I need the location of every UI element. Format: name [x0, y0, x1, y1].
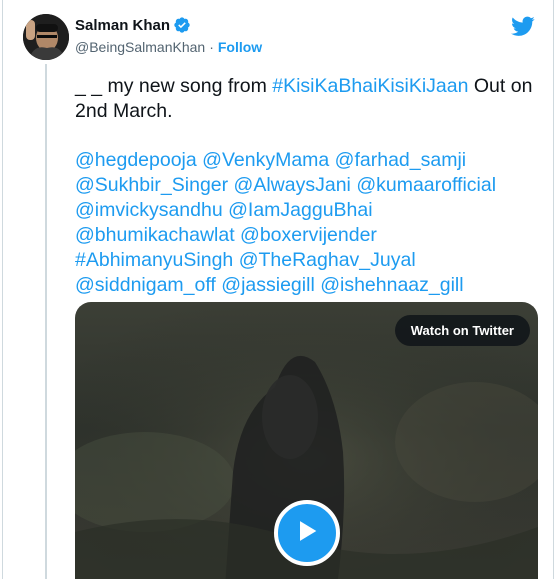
mentions-block: @hegdepooja @VenkyMama @farhad_samji @Su… — [75, 148, 543, 298]
mention-link[interactable]: @VenkyMama — [202, 149, 329, 171]
thread-line — [45, 64, 47, 579]
tweet-card: Salman Khan @BeingSalmanKhan · Follow _ … — [2, 0, 554, 579]
play-icon — [293, 517, 321, 550]
hashtag-link[interactable]: #KisiKaBhaiKisiKiJaan — [272, 75, 468, 97]
mention-link[interactable]: @hegdepooja — [75, 149, 197, 171]
separator-dot: · — [209, 39, 214, 55]
tweet-header: Salman Khan @BeingSalmanKhan · Follow — [19, 12, 539, 62]
mention-link[interactable]: @kumaarofficial — [356, 174, 496, 196]
mention-link[interactable]: @Sukhbir_Singer — [75, 174, 228, 196]
tweet-text: _ _ my new song from #KisiKaBhaiKisiKiJa… — [75, 74, 543, 298]
video-thumbnail[interactable]: Watch on Twitter — [75, 302, 538, 579]
author-handle[interactable]: @BeingSalmanKhan — [75, 39, 205, 55]
verified-badge-icon — [173, 16, 191, 34]
mention-link[interactable]: @jassiegill — [221, 274, 315, 296]
watch-on-twitter-button[interactable]: Watch on Twitter — [394, 315, 530, 346]
tweet-text-prefix: _ _ my new song from — [75, 75, 273, 97]
mention-link[interactable]: @boxervijender — [240, 224, 377, 246]
follow-button[interactable]: Follow — [218, 39, 262, 55]
mention-link[interactable]: @ishehnaaz_gill — [320, 274, 463, 296]
mention-link[interactable]: @farhad_samji — [335, 149, 466, 171]
mention-link[interactable]: @siddnigam_off — [75, 274, 216, 296]
mention-link[interactable]: @imvickysandhu — [75, 199, 223, 221]
mention-link[interactable]: @TheRaghav_Juyal — [239, 249, 416, 271]
twitter-bird-icon[interactable] — [511, 14, 535, 38]
hashtag-link[interactable]: #AbhimanyuSingh — [75, 249, 233, 271]
avatar[interactable] — [23, 14, 69, 60]
mention-link[interactable]: @bhumikachawlat — [75, 224, 235, 246]
mention-link[interactable]: @IamJagguBhai — [228, 199, 372, 221]
play-button[interactable] — [274, 500, 340, 566]
author-name[interactable]: Salman Khan — [75, 17, 170, 34]
mention-link[interactable]: @AlwaysJani — [234, 174, 351, 196]
